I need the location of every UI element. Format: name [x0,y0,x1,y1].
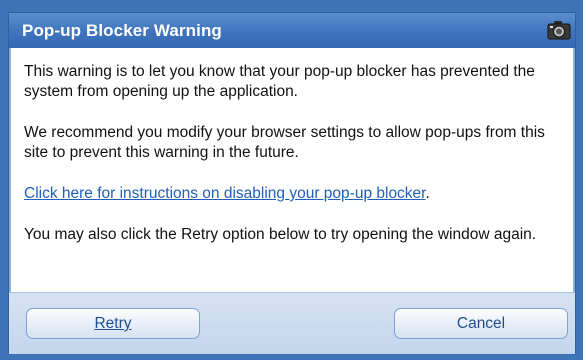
instructions-link[interactable]: Click here for instructions on disabling… [24,185,426,202]
popup-blocker-dialog: Pop-up Blocker Warning This warning is t… [8,12,576,354]
camera-icon[interactable] [547,20,571,40]
cancel-button-label: Cancel [456,315,506,332]
instructions-paragraph: Click here for instructions on disabling… [24,184,564,204]
retry-button[interactable]: Retry [26,308,200,339]
dialog-footer: Retry Cancel [9,292,575,354]
warning-paragraph: This warning is to let you know that you… [24,63,535,100]
retry-button-label: Retry [94,315,132,332]
cancel-button[interactable]: Cancel [394,308,568,339]
dialog-content: This warning is to let you know that you… [9,48,575,292]
dialog-title: Pop-up Blocker Warning [22,21,222,40]
recommendation-paragraph: We recommend you modify your browser set… [24,124,545,161]
instructions-suffix: . [425,185,430,202]
retry-paragraph: You may also click the Retry option belo… [24,226,537,243]
dialog-titlebar: Pop-up Blocker Warning [9,13,575,48]
